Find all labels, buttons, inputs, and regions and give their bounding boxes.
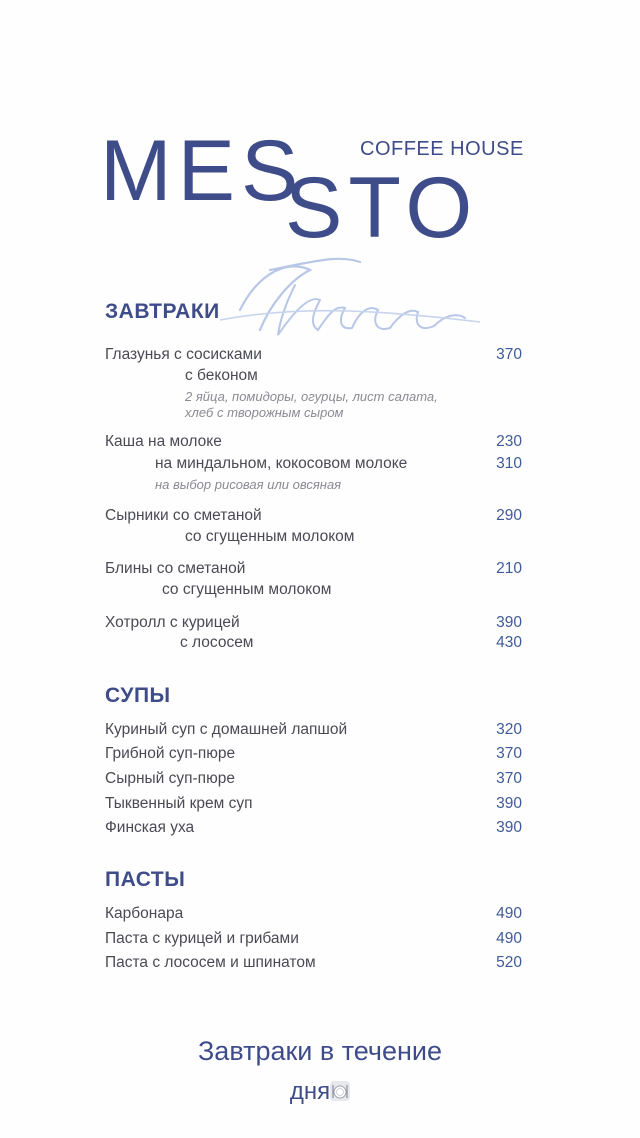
item-sub: со сгущенным молоком [162,581,332,598]
item-name: Глазунья с сосисками [105,346,262,363]
item-name: Блины со сметаной [105,560,246,577]
logo-sto: STO [285,160,479,256]
item-price: 390 [496,819,522,836]
item-price: 210 [496,560,522,577]
item-price: 230 [496,433,522,450]
plate-icon [330,1081,351,1101]
item-price: 290 [496,507,522,524]
item-name: Тыквенный крем суп [105,795,253,812]
item-name: Карбонара [105,905,184,922]
item-name: Сырники со сметаной [105,507,262,524]
footer-line-2: дня [0,1078,640,1106]
item-sub: на миндальном, кокосовом молоке [155,455,408,472]
item-price: 390 [496,614,522,631]
footer-line-2-text: дня [289,1078,331,1105]
item-price: 390 [496,795,522,812]
item-name: Паста с лососем и шпинатом [105,954,316,971]
item-price: 320 [496,721,522,738]
item-sub: со сгущенным молоком [185,528,355,545]
menu-script-watermark [219,257,481,336]
item-name: Сырный суп-пюре [105,770,235,787]
item-name: Хотролл с курицей [105,614,240,631]
item-price: 490 [496,930,522,947]
item-price: 370 [496,770,522,787]
item-sub: с лососем [180,634,254,651]
footer-line-1: Завтраки в течение [198,1036,442,1066]
item-price: 310 [496,455,522,472]
item-price: 370 [496,346,522,363]
logo-tagline: COFFEE HOUSE [360,138,524,160]
item-price: 520 [496,954,522,971]
logo: MES STO COFFEE HOUSE [0,0,640,260]
item-name: Грибной суп-пюре [105,745,236,762]
item-name: Финская уха [105,819,195,836]
item-price: 430 [496,634,522,651]
item-name: Каша на молоке [105,433,222,450]
section-title-pastas: ПАСТЫ [105,868,186,891]
item-note: хлеб с творожным сыром [185,405,344,420]
section-title-breakfast: ЗАВТРАКИ [105,300,220,323]
section-title-soups: СУПЫ [105,684,171,707]
item-price: 490 [496,905,522,922]
item-name: Паста с курицей и грибами [105,930,299,947]
item-note: 2 яйца, помидоры, огурцы, лист салата, [185,389,438,404]
item-sub: с беконом [185,367,258,384]
menu-page: MES STO COFFEE HOUSE ЗАВТРАКИ Глазунья с… [0,0,640,1138]
logo-mes: MES [100,123,305,219]
item-note: на выбор рисовая или овсяная [155,477,342,492]
item-price: 370 [496,745,522,762]
item-name: Куриный суп с домашней лапшой [105,721,348,738]
